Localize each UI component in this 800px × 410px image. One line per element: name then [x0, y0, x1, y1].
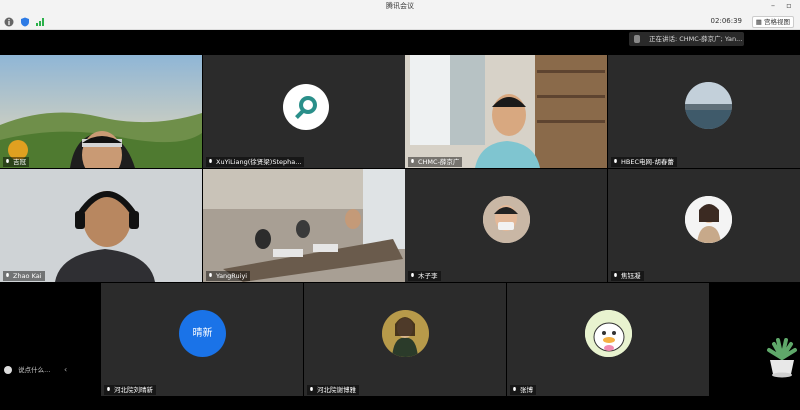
video-tile[interactable]: 木子李: [405, 169, 607, 282]
avatar-image: [483, 196, 530, 243]
participant-label: HBEC电网-胡春蕾: [611, 157, 677, 167]
chat-input-bar[interactable]: 说点什么... ‹: [4, 362, 72, 378]
mic-icon: [614, 159, 617, 163]
video-tile[interactable]: 张博: [507, 283, 709, 396]
video-tile[interactable]: YangRuiyi: [203, 169, 405, 282]
grid-icon: ▦: [755, 18, 762, 26]
video-tile[interactable]: Zhao Kai: [0, 169, 202, 282]
video-tile[interactable]: 吉冠: [0, 55, 202, 168]
mic-icon: [209, 159, 212, 163]
participant-name: YangRuiyi: [216, 272, 248, 280]
participant-name: 吉冠: [13, 158, 26, 166]
window-title: 腾讯会议: [386, 2, 414, 10]
video-feed-meeting-room: [203, 169, 405, 282]
speaker-icon: [634, 35, 640, 43]
participant-name: 河北院刘晴新: [114, 386, 153, 394]
participant-label: 木子李: [408, 271, 441, 281]
participant-name: Zhao Kai: [13, 272, 42, 280]
video-feed-landscape: [0, 55, 202, 168]
maximize-icon[interactable]: ▫: [784, 1, 794, 10]
participant-name: XuYiLiang(徐贤梁)Stepha...: [216, 158, 302, 166]
mic-icon: [614, 273, 617, 277]
minimize-icon[interactable]: –: [768, 1, 778, 10]
mic-icon: [6, 159, 9, 163]
info-icon[interactable]: [4, 17, 14, 27]
view-mode-button[interactable]: ▦ 宫格视图: [751, 16, 794, 28]
avatar-image: [685, 196, 732, 243]
meeting-window: 腾讯会议 – ▫ 02:06:39 ▦ 宫格视图 正在讲话: CHMC-薛京广;…: [0, 0, 800, 410]
participant-label: 吉冠: [3, 157, 29, 167]
participant-name: CHMC-薛京广: [418, 158, 460, 166]
avatar: [685, 196, 732, 243]
chat-placeholder: 说点什么...: [18, 366, 51, 374]
avatar-image: [382, 310, 429, 357]
signal-icon[interactable]: [35, 17, 45, 27]
participant-name: 张博: [520, 386, 533, 394]
title-bar: 腾讯会议 – ▫: [0, 0, 800, 14]
mic-icon: [513, 387, 516, 391]
view-mode-label: 宫格视图: [764, 18, 790, 26]
meeting-timer: 02:06:39: [710, 17, 742, 25]
participant-name: 木子李: [418, 272, 438, 280]
participant-label: YangRuiyi: [206, 271, 251, 281]
avatar: [585, 310, 632, 357]
video-tile[interactable]: 晴新 河北院刘晴新: [101, 283, 303, 396]
video-feed-person: [0, 169, 202, 282]
participant-label: 张博: [510, 385, 536, 395]
avatar-image: [585, 310, 632, 357]
participant-name: 焦钰凝: [621, 272, 641, 280]
plant-icon: [767, 338, 797, 378]
video-tile[interactable]: 河北院谢博雅: [304, 283, 506, 396]
meeting-toolbar: 02:06:39 ▦ 宫格视图: [0, 14, 800, 30]
video-tile[interactable]: XuYiLiang(徐贤梁)Stepha...: [203, 55, 405, 168]
speaking-text: 正在讲话: CHMC-薛京广; Yan...: [649, 35, 743, 43]
avatar: [283, 84, 329, 130]
speaking-indicator: 正在讲话: CHMC-薛京广; Yan...: [629, 32, 744, 46]
video-tile[interactable]: HBEC电网-胡春蕾: [608, 55, 800, 168]
shield-icon[interactable]: [20, 17, 30, 27]
avatar: 晴新: [179, 310, 226, 357]
mic-icon: [411, 159, 414, 163]
mic-icon: [411, 273, 414, 277]
avatar-image: [685, 82, 732, 129]
mic-icon: [6, 273, 9, 277]
mic-icon: [310, 387, 313, 391]
participant-name: 河北院谢博雅: [317, 386, 356, 394]
mic-icon: [107, 387, 110, 391]
mic-icon: [209, 273, 212, 277]
participant-label: 河北院谢博雅: [307, 385, 359, 395]
video-feed-office: [405, 55, 607, 168]
avatar: [382, 310, 429, 357]
chevron-left-icon[interactable]: ‹: [64, 362, 67, 378]
search-icon: [295, 96, 317, 119]
video-tile[interactable]: CHMC-薛京广: [405, 55, 607, 168]
avatar: [685, 82, 732, 129]
video-tile[interactable]: 焦钰凝: [608, 169, 800, 282]
participant-label: XuYiLiang(徐贤梁)Stepha...: [206, 157, 305, 167]
participant-label: 河北院刘晴新: [104, 385, 156, 395]
participant-label: CHMC-薛京广: [408, 157, 463, 167]
participant-label: Zhao Kai: [3, 271, 45, 281]
participant-name: HBEC电网-胡春蕾: [621, 158, 674, 166]
avatar: [483, 196, 530, 243]
emoji-icon[interactable]: [4, 366, 12, 374]
participant-label: 焦钰凝: [611, 271, 644, 281]
